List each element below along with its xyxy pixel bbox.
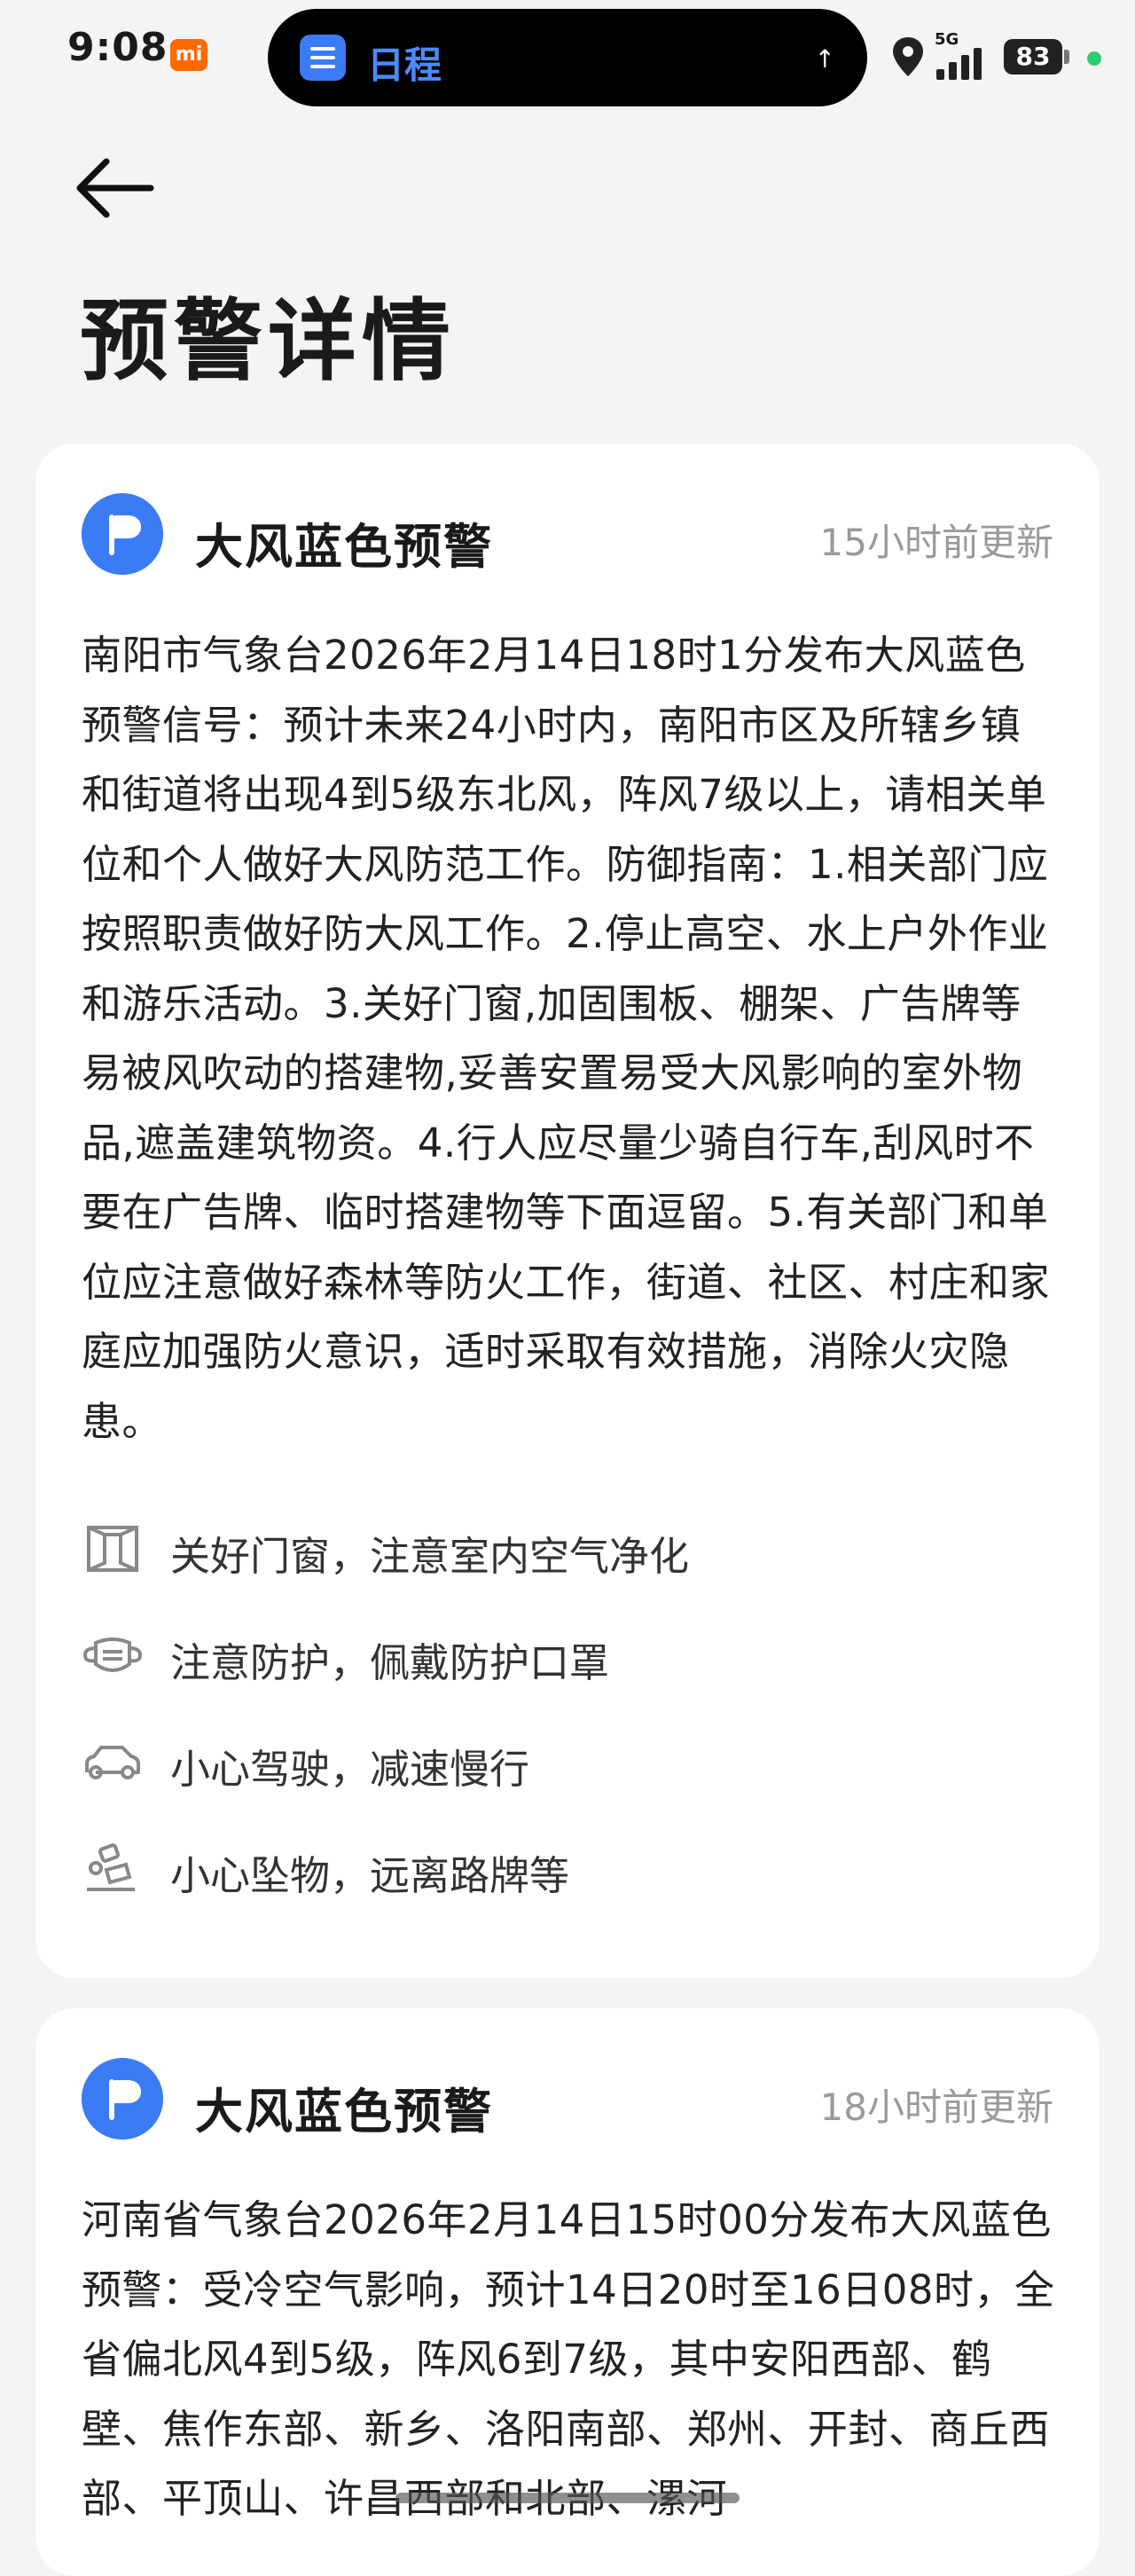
- warning-description: 南阳市气象台2026年2月14日18时1分发布大风蓝色预警信号：预计未来24小时…: [82, 632, 1051, 1445]
- tip-item: 小心坠物，远离路牌等: [82, 1824, 1057, 1930]
- tip-item: 注意防护，佩戴防护口罩: [82, 1611, 1057, 1717]
- warning-updated-time: 18小时前更新: [819, 2085, 1053, 2129]
- tip-text: 小心坠物，远离路牌等: [170, 1852, 570, 1899]
- network-type: 5G: [935, 30, 959, 49]
- tips-list: 关好门窗，注意室内空气净化 注意防护，佩戴防护口罩 小心驾驶，减速慢行 小心坠物…: [82, 1504, 1057, 1930]
- warning-description: 河南省气象台2026年2月14日15时00分发布大风蓝色预警：受冷空气影响，预计…: [82, 2196, 1055, 2522]
- dynamic-island[interactable]: 日程 ↑: [268, 9, 867, 106]
- warning-card-header: 大风蓝色预警 15小时前更新: [82, 493, 1053, 575]
- tip-item: 小心驾驶，减速慢行: [82, 1717, 1057, 1824]
- signal-icon: [936, 48, 982, 80]
- status-time: 9:08: [67, 25, 168, 70]
- warning-title: 大风蓝色预警: [195, 2084, 493, 2140]
- status-indicators: 5G 83: [890, 30, 1130, 83]
- warning-card-header: 大风蓝色预警 18小时前更新: [82, 2058, 1053, 2140]
- mi-notification-icon: mi: [170, 39, 207, 71]
- back-arrow-icon[interactable]: [74, 153, 154, 224]
- arrow-up-icon: ↑: [814, 44, 835, 74]
- warning-card[interactable]: 大风蓝色预警 15小时前更新 南阳市气象台2026年2月14日18时1分发布大风…: [35, 444, 1100, 1978]
- flag-icon: [82, 2058, 163, 2140]
- page-title: 预警详情: [80, 289, 456, 393]
- mask-icon: [82, 1637, 143, 1672]
- window-icon: [87, 1526, 138, 1572]
- tip-item: 关好门窗，注意室内空气净化: [82, 1504, 1057, 1611]
- calendar-icon: [300, 35, 346, 81]
- tip-text: 小心驾驶，减速慢行: [170, 1746, 530, 1793]
- battery-tip: [1064, 50, 1069, 64]
- privacy-dot: [1087, 51, 1101, 66]
- island-app-label: 日程: [367, 43, 442, 87]
- warning-updated-time: 15小时前更新: [819, 521, 1053, 564]
- warning-title: 大风蓝色预警: [195, 519, 493, 575]
- tip-text: 注意防护，佩戴防护口罩: [170, 1639, 610, 1686]
- location-icon: [893, 37, 923, 76]
- home-indicator[interactable]: [395, 2493, 740, 2503]
- battery-icon: 83: [1004, 39, 1062, 75]
- status-bar: 9:08 mi 日程 ↑ 5G 83: [0, 0, 1135, 115]
- tip-text: 关好门窗，注意室内空气净化: [170, 1533, 690, 1580]
- flag-icon: [82, 493, 163, 575]
- falling-object-icon: [87, 1843, 135, 1891]
- car-icon: [85, 1746, 140, 1779]
- warning-card[interactable]: 大风蓝色预警 18小时前更新 河南省气象台2026年2月14日15时00分发布大…: [35, 2008, 1100, 2576]
